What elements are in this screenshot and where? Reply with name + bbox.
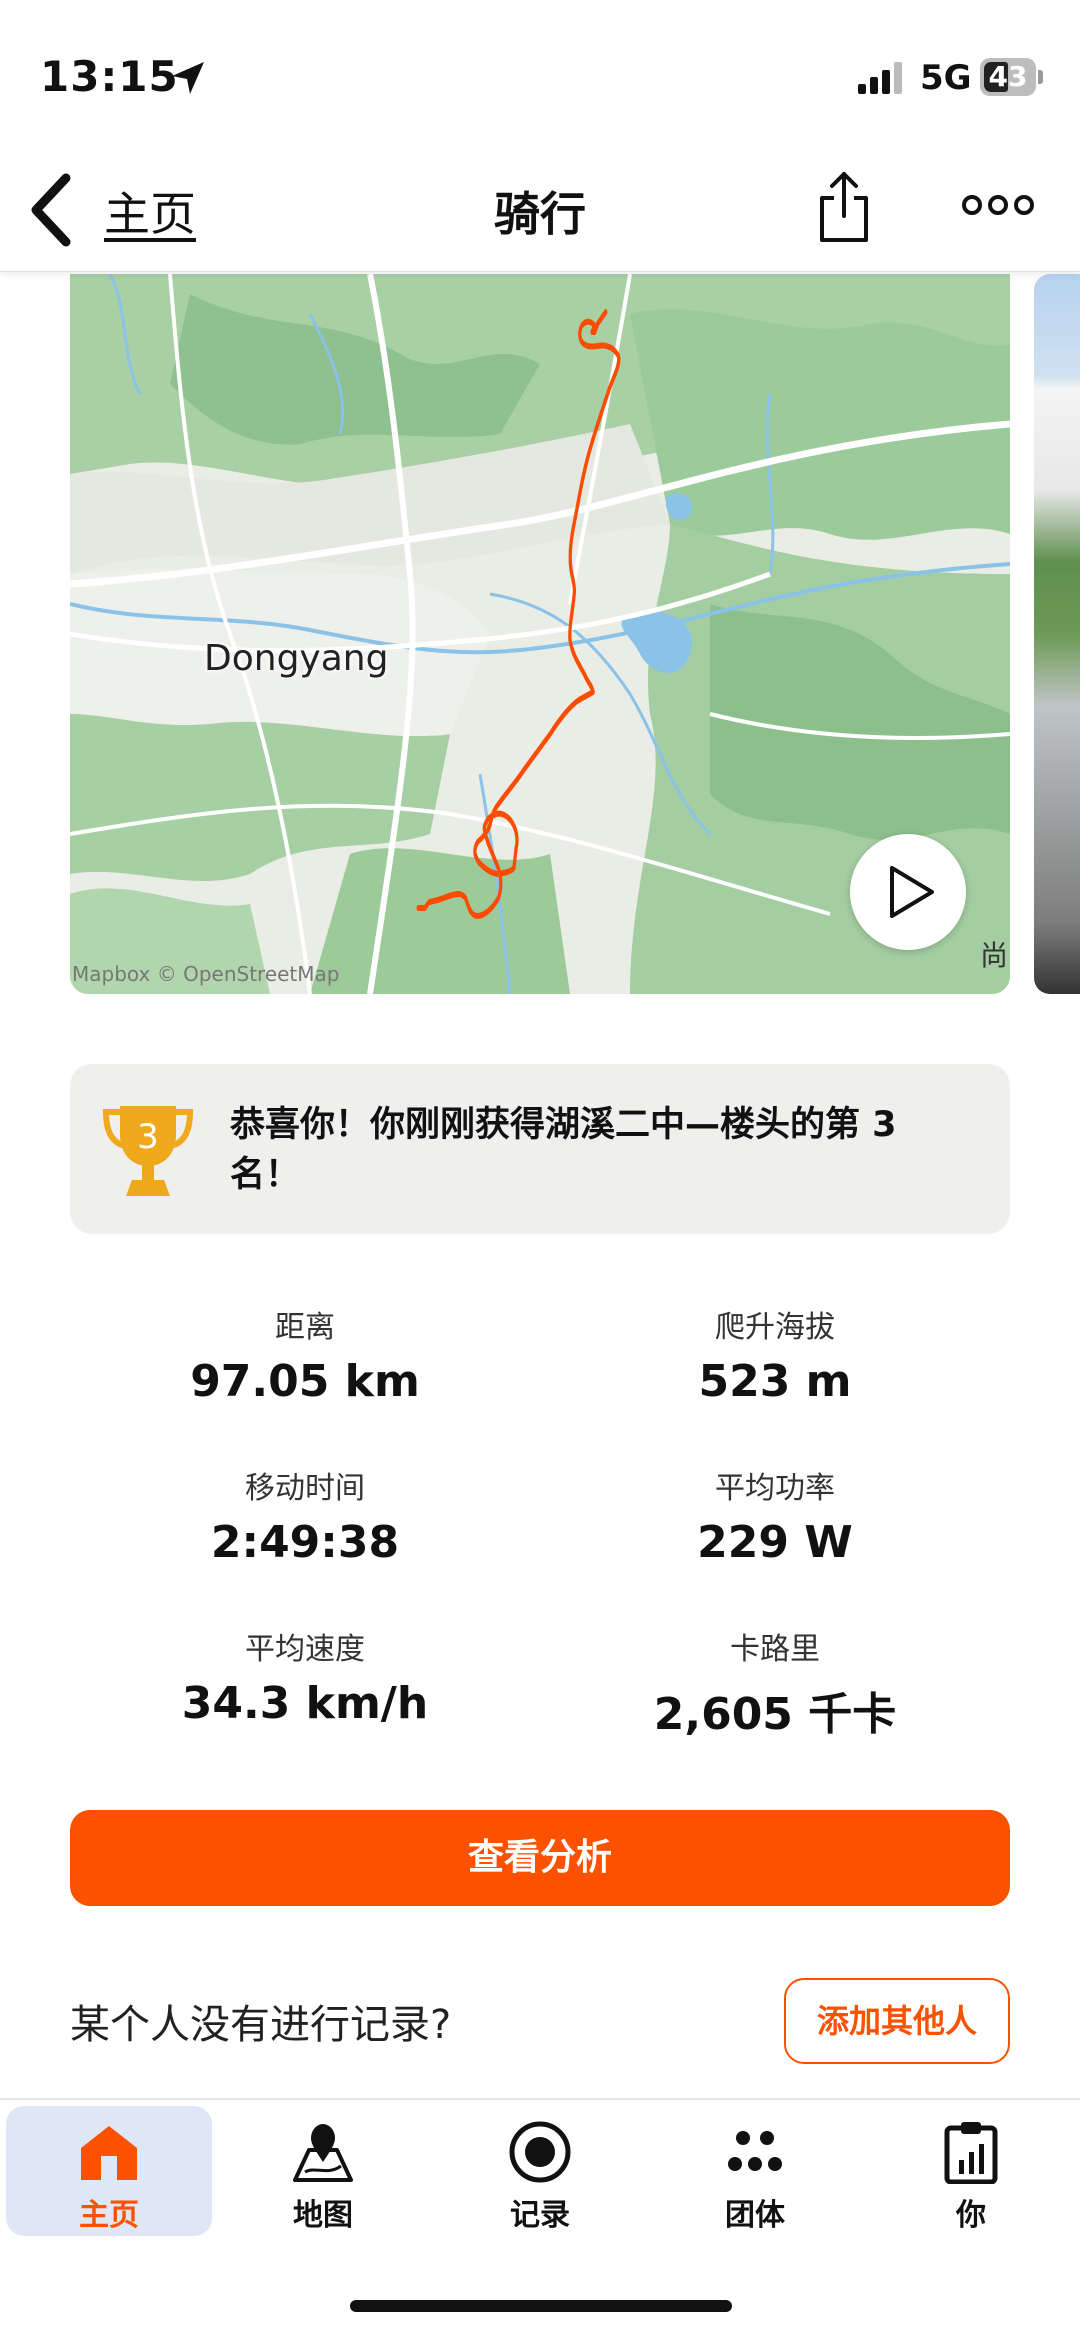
home-icon xyxy=(81,2126,137,2180)
tab-label: 地图 xyxy=(293,2198,353,2233)
stat-label: 卡路里 xyxy=(730,1632,820,1667)
map-corner-label: 尚 xyxy=(980,939,1009,972)
stat-distance: 距离 97.05 km xyxy=(70,1302,540,1407)
play-icon xyxy=(890,866,934,918)
stat-value: 2:49:38 xyxy=(210,1517,400,1568)
stat-value: 523 m xyxy=(698,1356,852,1407)
stat-label: 距离 xyxy=(275,1310,335,1345)
battery-icon: 43 xyxy=(980,58,1043,96)
map-city-label: Dongyang xyxy=(204,638,389,679)
map-icon xyxy=(293,2124,353,2182)
back-chevron-icon[interactable] xyxy=(22,170,78,250)
tab-label: 团体 xyxy=(725,2198,785,2233)
stat-moving-time: 移动时间 2:49:38 xyxy=(70,1463,540,1568)
status-bar: 13:15 5G 43 xyxy=(0,0,1080,150)
trophy-icon: 3 xyxy=(102,1106,194,1196)
network-type: 5G xyxy=(920,58,972,98)
back-button[interactable]: 主页 xyxy=(104,178,196,244)
share-icon[interactable] xyxy=(816,168,872,244)
home-indicator xyxy=(350,2300,732,2312)
stat-label: 平均功率 xyxy=(715,1471,835,1506)
location-arrow-icon xyxy=(172,62,204,94)
stat-avg-speed: 平均速度 34.3 km/h xyxy=(70,1624,540,1729)
stat-label: 平均速度 xyxy=(245,1632,365,1667)
stat-value: 229 W xyxy=(697,1517,853,1568)
tab-label: 主页 xyxy=(79,2198,139,2233)
status-time: 13:15 xyxy=(40,52,179,101)
cellular-signal-icon xyxy=(858,62,902,94)
tab-home[interactable]: 主页 xyxy=(6,2106,212,2236)
tab-label: 你 xyxy=(956,2198,986,2233)
view-analysis-button[interactable]: 查看分析 xyxy=(70,1810,1010,1906)
stat-label: 爬升海拔 xyxy=(715,1310,835,1345)
play-flyover-button[interactable] xyxy=(850,834,966,950)
stat-label: 移动时间 xyxy=(245,1471,365,1506)
battery-level: 43 xyxy=(988,60,1028,93)
stat-calories: 卡路里 2,605 千卡 xyxy=(540,1624,1010,1742)
stat-value: 97.05 km xyxy=(190,1356,420,1407)
stat-value: 34.3 km/h xyxy=(181,1678,429,1729)
record-icon xyxy=(509,2121,571,2183)
tab-record[interactable]: 记录 xyxy=(437,2106,643,2236)
more-options-icon[interactable] xyxy=(962,192,1034,218)
achievement-card[interactable]: 3 恭喜你！你刚刚获得湖溪二中—楼头的第 3 名！ xyxy=(70,1064,1010,1234)
tab-groups[interactable]: 团体 xyxy=(652,2106,858,2236)
groups-icon xyxy=(728,2131,782,2171)
activity-photo-peek[interactable] xyxy=(1034,274,1080,994)
nav-header: 主页 骑行 xyxy=(0,150,1080,272)
stat-avg-power: 平均功率 229 W xyxy=(540,1463,1010,1568)
trophy-rank: 3 xyxy=(137,1117,159,1157)
stat-value: 2,605 千卡 xyxy=(653,1689,897,1740)
missing-record-prompt: 某个人没有进行记录? xyxy=(70,2002,452,2048)
route-map[interactable]: Dongyang Mapbox © OpenStreetMap xyxy=(70,274,1010,994)
stat-elevation-gain: 爬升海拔 523 m xyxy=(540,1302,1010,1407)
tab-label: 记录 xyxy=(510,2198,570,2233)
achievement-text: 恭喜你！你刚刚获得湖溪二中—楼头的第 3 名！ xyxy=(230,1105,897,1195)
add-others-button[interactable]: 添加其他人 xyxy=(784,1978,1010,2064)
profile-icon xyxy=(944,2122,998,2184)
map-attribution[interactable]: Mapbox © OpenStreetMap xyxy=(72,962,339,986)
tab-maps[interactable]: 地图 xyxy=(220,2106,426,2236)
tab-you[interactable]: 你 xyxy=(868,2106,1074,2236)
